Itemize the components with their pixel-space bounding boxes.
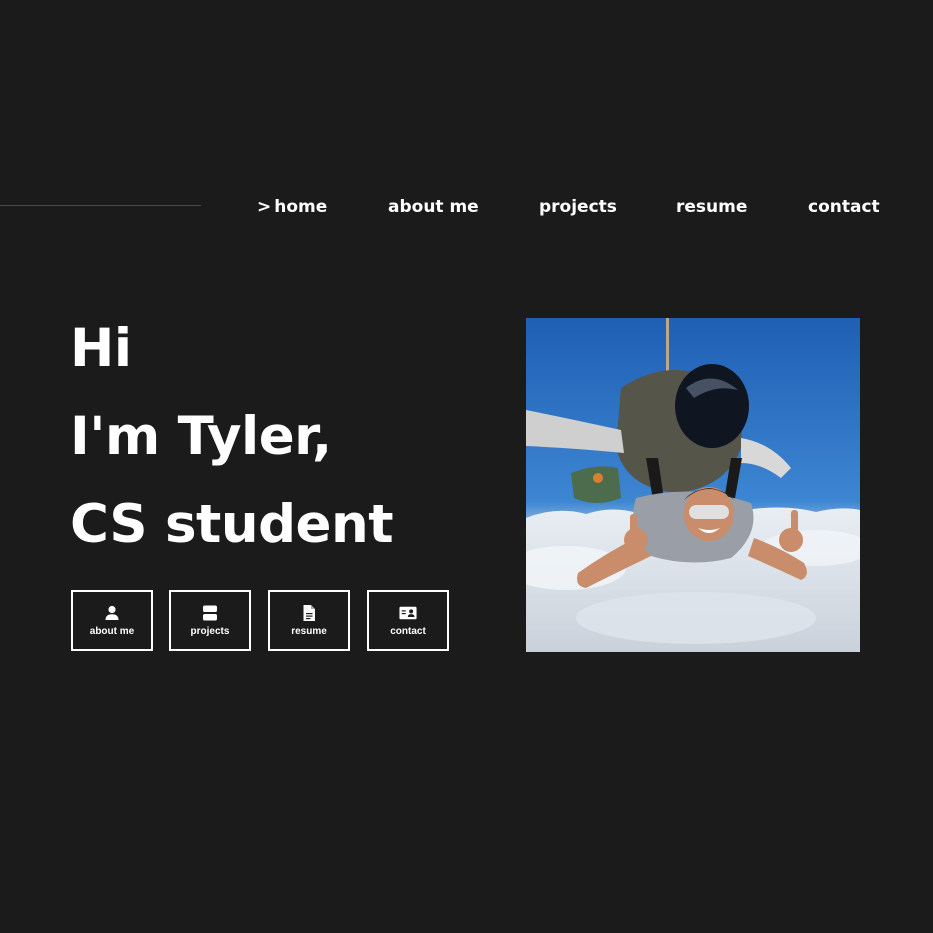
quick-link-projects-label: projects [190, 625, 230, 637]
nav-link-home-label: home [274, 197, 328, 217]
nav-link-contact-label: contact [808, 197, 880, 217]
nav-link-resume-label: resume [676, 197, 748, 217]
nav-link-resume[interactable]: resume [676, 194, 747, 220]
stack-icon [203, 605, 217, 620]
quick-link-projects-button[interactable]: projects [169, 590, 251, 651]
quick-link-about-me-label: about me [89, 625, 135, 637]
nav-link-home[interactable]: > home [257, 194, 327, 220]
active-indicator: > [257, 197, 272, 217]
document-icon [303, 604, 315, 621]
quick-link-about-me-button[interactable]: about me [71, 590, 153, 651]
hero-greeting: Hi [70, 318, 132, 379]
quick-link-resume-button[interactable]: resume [268, 590, 350, 651]
top-nav: > home about me projects resume contact [0, 194, 933, 220]
person-icon [105, 605, 119, 620]
page: > home about me projects resume contact H… [0, 0, 933, 933]
quick-link-resume-label: resume [291, 625, 327, 637]
quick-link-contact-button[interactable]: contact [367, 590, 449, 651]
nav-link-projects[interactable]: projects [539, 194, 617, 220]
nav-link-projects-label: projects [539, 197, 617, 217]
contact-card-icon [399, 606, 417, 619]
hero-role: CS student [70, 494, 394, 555]
nav-link-contact[interactable]: contact [808, 194, 880, 220]
profile-photo-skydiving [526, 318, 860, 652]
hero-heading: Hi I'm Tyler, CS student [70, 305, 394, 569]
nav-link-about-me-label: about me [388, 197, 479, 217]
hero-name: I'm Tyler, [70, 406, 332, 467]
nav-link-about-me[interactable]: about me [388, 194, 479, 220]
profile-photo-illustration [526, 318, 860, 652]
quick-link-contact-label: contact [390, 625, 426, 637]
quick-links: about me projects resume contact [71, 590, 451, 651]
